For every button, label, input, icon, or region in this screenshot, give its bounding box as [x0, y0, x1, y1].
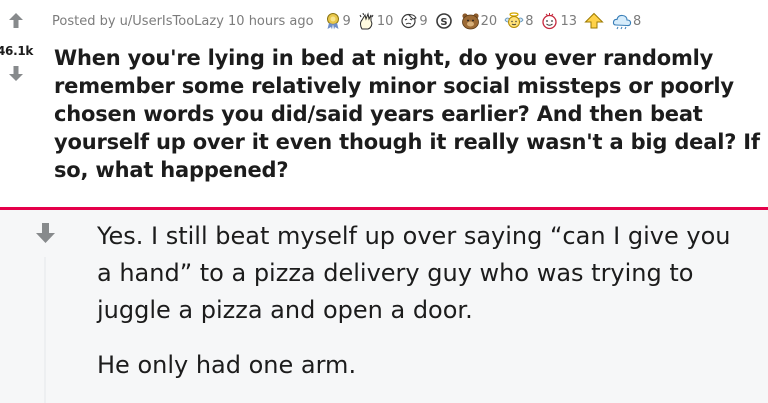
dollar-coin-award[interactable]: S — [435, 12, 454, 30]
thread-line[interactable] — [44, 257, 46, 403]
facepalm-award[interactable]: 9 — [400, 12, 428, 30]
comment-body: Yes. I still beat myself up over saying … — [97, 218, 747, 384]
silver-award[interactable]: 9 — [324, 12, 351, 30]
post-meta: Posted by u/UserIsTooLazy 10 hours ago 9… — [52, 11, 641, 31]
award-count: 20 — [480, 13, 498, 29]
wholesome-face-award-icon — [542, 13, 558, 30]
post-container: 46.1k Posted by u/UserIsTooLazy 10 hours… — [0, 0, 768, 210]
facepalm-award-icon — [401, 13, 418, 29]
bear-award-icon — [461, 13, 479, 30]
upvote-arrow-icon[interactable] — [8, 12, 24, 29]
comment-container: Yes. I still beat myself up over saying … — [0, 210, 768, 403]
award-count: 9 — [419, 13, 428, 29]
comment-paragraph: Yes. I still beat myself up over saying … — [97, 222, 731, 324]
arrow-up-award[interactable] — [584, 12, 605, 30]
cloud-award[interactable]: 8 — [612, 12, 641, 30]
bear-award[interactable]: 20 — [461, 12, 498, 30]
clapping-hands-award-icon — [359, 12, 374, 30]
svg-text:S: S — [440, 17, 447, 28]
clapping-hands-award[interactable]: 10 — [358, 12, 394, 30]
cloud-award-icon — [612, 14, 632, 30]
vote-score: 46.1k — [0, 44, 34, 58]
post-title[interactable]: When you're lying in bed at night, do yo… — [54, 44, 760, 184]
arrow-up-award-icon — [584, 12, 604, 29]
silver-award-icon — [326, 13, 339, 30]
downvote-arrow-icon[interactable] — [8, 65, 24, 82]
comment-paragraph: He only had one arm. — [97, 351, 357, 379]
angel-award-icon — [504, 12, 524, 28]
dollar-coin-award-icon: S — [435, 13, 452, 29]
posted-by-text[interactable]: Posted by u/UserIsTooLazy 10 hours ago — [52, 14, 314, 29]
angel-award[interactable]: 8 — [504, 12, 533, 30]
wholesome-face-award[interactable]: 13 — [540, 12, 577, 30]
award-count: 13 — [560, 13, 578, 29]
award-count: 9 — [342, 13, 351, 29]
downvote-arrow-icon[interactable] — [35, 222, 56, 244]
award-count: 10 — [376, 13, 394, 29]
award-count: 8 — [525, 13, 534, 29]
award-count: 8 — [633, 13, 642, 29]
